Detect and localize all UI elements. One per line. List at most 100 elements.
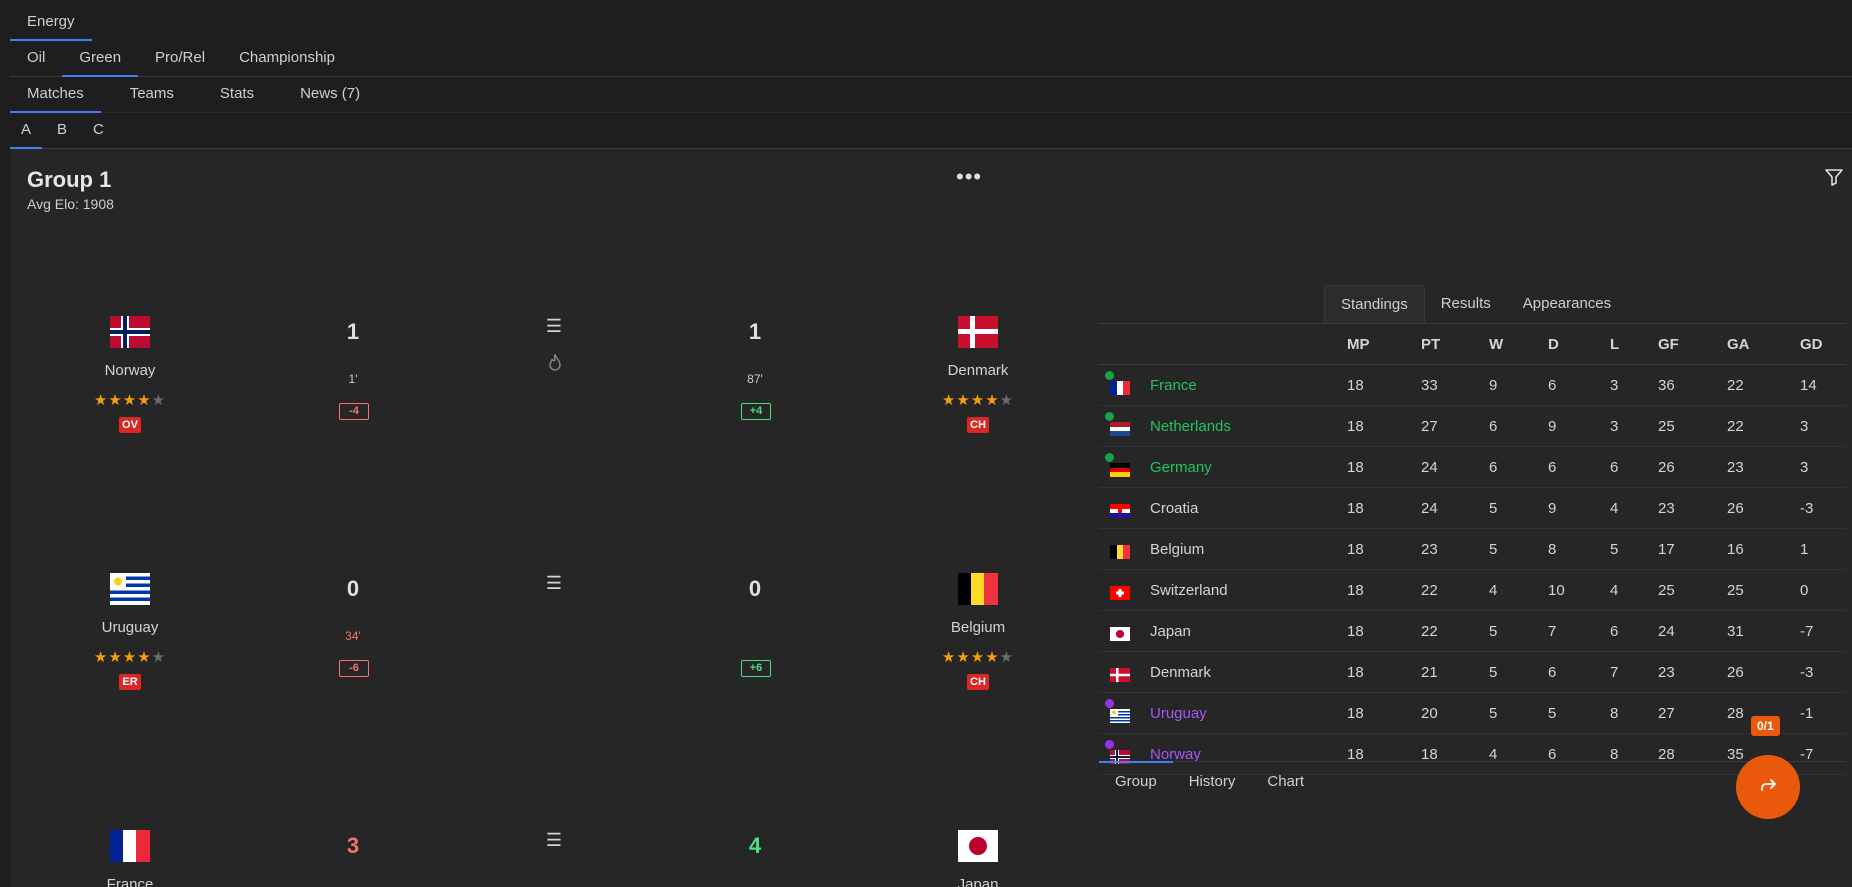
flag-cell [1099, 487, 1149, 529]
cell-w: 5 [1488, 487, 1547, 529]
tab-chart[interactable]: Chart [1251, 762, 1320, 802]
tab-pro-rel[interactable]: Pro/Rel [138, 40, 222, 76]
team-name-cell[interactable]: Denmark [1149, 651, 1346, 693]
cell-gd: -3 [1799, 487, 1846, 529]
home-team[interactable]: Uruguay ★★★★★ ER [70, 573, 190, 690]
tab-group[interactable]: Group [1099, 761, 1173, 802]
rating-stars: ★★★★★ [941, 649, 1015, 666]
cell-ga: 22 [1726, 364, 1799, 406]
table-row[interactable]: Uruguay 18 20 5 5 8 27 28 -1 [1099, 692, 1846, 734]
table-row[interactable]: Netherlands 18 27 6 9 3 25 22 3 [1099, 405, 1846, 447]
home-goal-minute: 34' [345, 629, 361, 643]
tab-group-b[interactable]: B [46, 112, 78, 148]
match-menu-icon[interactable]: ☰ [544, 573, 564, 594]
match-menu-icon[interactable]: ☰ [544, 316, 564, 337]
tab-standings[interactable]: Standings [1324, 285, 1425, 323]
cell-gf: 23 [1657, 651, 1726, 693]
team-name-cell[interactable]: France [1149, 364, 1346, 406]
tab-news[interactable]: News (7) [283, 76, 377, 112]
cell-gd: 14 [1799, 364, 1846, 406]
team-name: Norway [104, 362, 156, 379]
col-gf[interactable]: GF [1657, 323, 1726, 365]
more-options-icon[interactable]: ••• [956, 164, 982, 190]
match-row: France 3 ☰ 4 Japan [10, 830, 1090, 887]
table-row[interactable]: Denmark 18 21 5 6 7 23 26 -3 [1099, 651, 1846, 693]
rating-stars: ★★★★★ [941, 392, 1015, 409]
team-name: Denmark [947, 362, 1009, 379]
uruguay-flag-icon [110, 573, 150, 605]
tab-appearances[interactable]: Appearances [1507, 285, 1627, 323]
germany-flag-icon [1110, 463, 1130, 477]
share-button[interactable] [1736, 755, 1800, 819]
team-name: Uruguay [101, 619, 159, 636]
table-header: MP PT W D L GF GA GD [1099, 323, 1846, 365]
col-w[interactable]: W [1488, 323, 1547, 365]
rating-stars: ★★★★★ [93, 392, 167, 409]
tab-energy[interactable]: Energy [10, 4, 92, 41]
cell-d: 10 [1547, 569, 1609, 611]
tab-results[interactable]: Results [1425, 285, 1507, 323]
match-menu-icon[interactable]: ☰ [544, 830, 564, 851]
team-name-cell[interactable]: Uruguay [1149, 692, 1346, 734]
page-title: Group 1 [27, 167, 112, 192]
team-badge: ER [119, 674, 141, 690]
cell-gd: 3 [1799, 446, 1846, 488]
away-team[interactable]: Belgium ★★★★★ CH [918, 573, 1038, 690]
cell-w: 6 [1488, 405, 1547, 447]
counter-badge: 0/1 [1751, 716, 1780, 736]
tab-history[interactable]: History [1173, 762, 1252, 802]
col-ga[interactable]: GA [1726, 323, 1799, 365]
match-row: Uruguay ★★★★★ ER 0 34' -6 ☰ 0 +6 Belgium… [10, 573, 1090, 773]
cell-gd: -1 [1799, 692, 1846, 734]
col-gd[interactable]: GD [1799, 323, 1846, 365]
cell-d: 9 [1547, 405, 1609, 447]
col-mp[interactable]: MP [1346, 323, 1420, 365]
cell-w: 5 [1488, 610, 1547, 652]
table-row[interactable]: Croatia 18 24 5 9 4 23 26 -3 [1099, 487, 1846, 529]
cell-ga: 25 [1726, 569, 1799, 611]
tab-oil[interactable]: Oil [10, 40, 62, 76]
qualify-marker [1105, 371, 1114, 380]
tab-championship[interactable]: Championship [222, 40, 352, 76]
bottom-tabs: Group History Chart [1099, 761, 1846, 802]
cell-d: 8 [1547, 528, 1609, 570]
tab-matches[interactable]: Matches [10, 76, 101, 113]
group-panel: Group 1 Avg Elo: 1908 ••• Norway ★★★★★ O… [10, 149, 1852, 887]
team-name-cell[interactable]: Croatia [1149, 487, 1346, 529]
home-team[interactable]: Norway ★★★★★ OV [70, 316, 190, 433]
japan-flag-icon [1110, 627, 1130, 641]
team-name-cell[interactable]: Belgium [1149, 528, 1346, 570]
cell-mp: 18 [1346, 692, 1420, 734]
table-row[interactable]: Switzerland 18 22 4 10 4 25 25 0 [1099, 569, 1846, 611]
france-flag-icon [110, 830, 150, 862]
cell-l: 6 [1609, 610, 1657, 652]
cell-l: 3 [1609, 405, 1657, 447]
col-l[interactable]: L [1609, 323, 1657, 365]
team-name-cell[interactable]: Germany [1149, 446, 1346, 488]
away-team[interactable]: Denmark ★★★★★ CH [918, 316, 1038, 433]
cell-gf: 17 [1657, 528, 1726, 570]
table-row[interactable]: France 18 33 9 6 3 36 22 14 [1099, 364, 1846, 406]
tab-stats[interactable]: Stats [203, 76, 271, 112]
home-team[interactable]: France [70, 830, 190, 887]
belgium-flag-icon [958, 573, 998, 605]
away-team[interactable]: Japan [918, 830, 1038, 887]
switzerland-flag-icon [1110, 586, 1130, 600]
col-d[interactable]: D [1547, 323, 1609, 365]
team-name-cell[interactable]: Switzerland [1149, 569, 1346, 611]
team-name-cell[interactable]: Netherlands [1149, 405, 1346, 447]
col-pt[interactable]: PT [1420, 323, 1488, 365]
table-row[interactable]: Japan 18 22 5 7 6 24 31 -7 [1099, 610, 1846, 652]
cell-pt: 21 [1420, 651, 1488, 693]
team-name-cell[interactable]: Japan [1149, 610, 1346, 652]
tab-group-c[interactable]: C [82, 112, 115, 148]
table-row[interactable]: Belgium 18 23 5 8 5 17 16 1 [1099, 528, 1846, 570]
tab-green[interactable]: Green [62, 40, 138, 77]
tab-teams[interactable]: Teams [113, 76, 191, 112]
table-row[interactable]: Germany 18 24 6 6 6 26 23 3 [1099, 446, 1846, 488]
tab-group-a[interactable]: A [10, 112, 43, 149]
filter-icon[interactable] [1824, 167, 1844, 191]
relegation-marker [1105, 699, 1114, 708]
cell-ga: 16 [1726, 528, 1799, 570]
match-row: Norway ★★★★★ OV 1 1' -4 ☰ 1 87' +4 Denma… [10, 316, 1090, 516]
